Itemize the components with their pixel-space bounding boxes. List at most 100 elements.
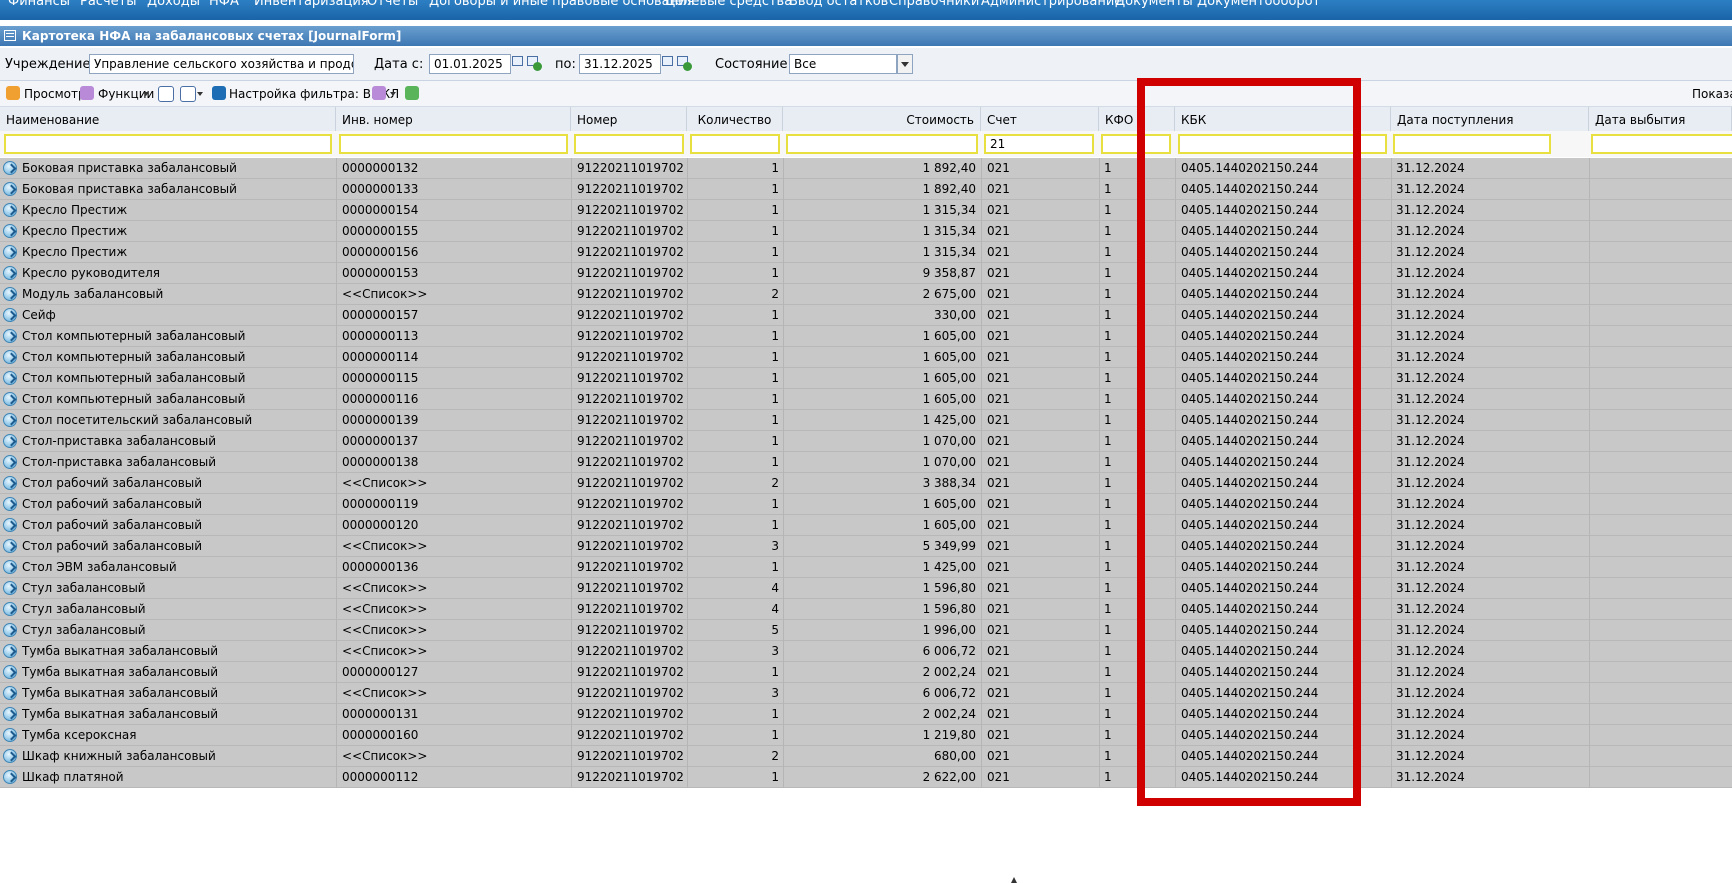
table-row[interactable]: Кресло Престиж 0000000155 912202110197021 1… <box>0 221 1732 242</box>
date-from-field[interactable]: 01.01.2025 <box>429 54 511 74</box>
row-open-icon[interactable] <box>3 497 17 511</box>
menu-item-target-funds[interactable]: Целевые средства <box>665 0 792 9</box>
row-open-icon[interactable] <box>3 707 17 721</box>
row-open-icon[interactable] <box>3 350 17 364</box>
table-row[interactable]: Тумба выкатная забалансовый 0000000127 912… <box>0 662 1732 683</box>
date-to-calendar-icon[interactable] <box>662 55 678 73</box>
menu-item-admin[interactable]: Администрирование <box>981 0 1122 9</box>
table-row[interactable]: Стол компьютерный забалансовый 0000000116… <box>0 389 1732 410</box>
menu-item-documents[interactable]: Документы <box>1115 0 1193 9</box>
table-row[interactable]: Стол посетительский забалансовый 00000001… <box>0 410 1732 431</box>
row-open-icon[interactable] <box>3 434 17 448</box>
refresh-icon[interactable] <box>405 86 419 100</box>
table-row[interactable]: Стол-приставка забалансовый 0000000137 912… <box>0 431 1732 452</box>
filter-quantity-input[interactable] <box>690 134 780 154</box>
row-open-icon[interactable] <box>3 182 17 196</box>
state-select[interactable]: Все <box>789 54 897 74</box>
table-row[interactable]: Стул забалансовый <<Список>> 9122021101970… <box>0 599 1732 620</box>
menu-item-finance[interactable]: Финансы <box>8 0 70 9</box>
table-row[interactable]: Кресло руководителя 0000000153 91220211019… <box>0 263 1732 284</box>
table-row[interactable]: Тумба выкатная забалансовый 0000000131 912… <box>0 704 1732 725</box>
menu-item-docflow[interactable]: Документооборот <box>1197 0 1320 9</box>
table-row[interactable]: Шкаф книжный забалансовый <<Список>> 91220… <box>0 746 1732 767</box>
table-row[interactable]: Стул забалансовый <<Список>> 9122021101970… <box>0 578 1732 599</box>
table-row[interactable]: Боковая приставка забалансовый 0000000133… <box>0 179 1732 200</box>
filter-name-input[interactable] <box>4 134 332 154</box>
table-row[interactable]: Стол компьютерный забалансовый 0000000113… <box>0 326 1732 347</box>
row-open-icon[interactable] <box>3 581 17 595</box>
row-open-icon[interactable] <box>3 308 17 322</box>
table-row[interactable]: Стол ЭВМ забалансовый 0000000136 912202110… <box>0 557 1732 578</box>
row-open-icon[interactable] <box>3 161 17 175</box>
date-from-clear-icon[interactable] <box>527 55 543 73</box>
row-open-icon[interactable] <box>3 245 17 259</box>
row-open-icon[interactable] <box>3 686 17 700</box>
table-row[interactable]: Боковая приставка забалансовый 0000000132… <box>0 158 1732 179</box>
row-open-icon[interactable] <box>3 665 17 679</box>
table-row[interactable]: Кресло Престиж 0000000156 912202110197021 1… <box>0 242 1732 263</box>
filter-receipt-date-input[interactable] <box>1393 134 1551 154</box>
filter-cost-input[interactable] <box>786 134 978 154</box>
row-open-icon[interactable] <box>3 455 17 469</box>
table-row[interactable]: Шкаф платяной 0000000112 912202110197021 1 2… <box>0 767 1732 788</box>
col-header-cost[interactable]: Стоимость <box>783 107 981 131</box>
institution-field[interactable]: Управление сельского хозяйства и продово… <box>89 54 354 74</box>
menu-item-reports[interactable]: Отчеты <box>367 0 418 9</box>
menu-item-references[interactable]: Справочники <box>889 0 979 9</box>
menu-item-balances[interactable]: Ввод остатков <box>789 0 888 9</box>
row-open-icon[interactable] <box>3 392 17 406</box>
menu-item-income[interactable]: Доходы <box>147 0 200 9</box>
table-row[interactable]: Тумба выкатная забалансовый <<Список>> 912… <box>0 683 1732 704</box>
row-open-icon[interactable] <box>3 287 17 301</box>
row-open-icon[interactable] <box>3 266 17 280</box>
row-open-icon[interactable] <box>3 518 17 532</box>
table-row[interactable]: Модуль забалансовый <<Список>> 91220211019… <box>0 284 1732 305</box>
col-header-receipt-date[interactable]: Дата поступления <box>1391 107 1589 131</box>
list-icon[interactable] <box>158 86 174 102</box>
filter-account-input[interactable]: 21 <box>984 134 1094 154</box>
col-header-number[interactable]: Номер <box>571 107 687 131</box>
row-open-icon[interactable] <box>3 770 17 784</box>
table-row[interactable]: Стол-приставка забалансовый 0000000138 912… <box>0 452 1732 473</box>
col-header-disposal-date[interactable]: Дата выбытия <box>1589 107 1732 131</box>
print-icon[interactable] <box>180 86 196 102</box>
date-to-field[interactable]: 31.12.2025 <box>579 54 661 74</box>
table-row[interactable]: Кресло Престиж 0000000154 912202110197021 1… <box>0 200 1732 221</box>
col-header-account[interactable]: Счет <box>981 107 1099 131</box>
table-row[interactable]: Стол рабочий забалансовый 0000000120 91220… <box>0 515 1732 536</box>
date-to-clear-icon[interactable] <box>677 55 693 73</box>
col-header-quantity[interactable]: Количество <box>687 107 783 131</box>
row-open-icon[interactable] <box>3 560 17 574</box>
table-row[interactable]: Стул забалансовый <<Список>> 9122021101970… <box>0 620 1732 641</box>
menu-item-nfa[interactable]: НФА <box>209 0 239 9</box>
row-open-icon[interactable] <box>3 602 17 616</box>
row-open-icon[interactable] <box>3 728 17 742</box>
view-button[interactable]: Просмотр <box>24 87 86 101</box>
menu-item-inventory[interactable]: Инвентаризация <box>254 0 369 9</box>
row-open-icon[interactable] <box>3 371 17 385</box>
table-row[interactable]: Стол рабочий забалансовый 0000000119 91220… <box>0 494 1732 515</box>
row-open-icon[interactable] <box>3 749 17 763</box>
table-row[interactable]: Стол компьютерный забалансовый 0000000115… <box>0 368 1732 389</box>
menu-item-calculations[interactable]: Расчеты <box>80 0 136 9</box>
row-open-icon[interactable] <box>3 476 17 490</box>
col-header-inv-number[interactable]: Инв. номер <box>336 107 571 131</box>
table-row[interactable]: Стол рабочий забалансовый <<Список>> 91220… <box>0 473 1732 494</box>
date-from-calendar-icon[interactable] <box>512 55 528 73</box>
col-header-name[interactable]: Наименование <box>0 107 336 131</box>
table-row[interactable]: Стол компьютерный забалансовый 0000000114… <box>0 347 1732 368</box>
row-open-icon[interactable] <box>3 224 17 238</box>
functions-chevron-down-icon[interactable] <box>143 92 149 96</box>
table-row[interactable]: Тумба ксероксная 0000000160 91220211019702… <box>0 725 1732 746</box>
table-row[interactable]: Стол рабочий забалансовый <<Список>> 91220… <box>0 536 1732 557</box>
table-row[interactable]: Тумба выкатная забалансовый <<Список>> 912… <box>0 641 1732 662</box>
extra-functions-icon[interactable] <box>372 86 386 100</box>
table-row[interactable]: Сейф 0000000157 912202110197021 1 330,00 021 1… <box>0 305 1732 326</box>
print-chevron-down-icon[interactable] <box>197 92 203 96</box>
filter-number-input[interactable] <box>574 134 684 154</box>
filter-disposal-date-input[interactable] <box>1591 134 1732 154</box>
row-open-icon[interactable] <box>3 413 17 427</box>
row-open-icon[interactable] <box>3 623 17 637</box>
menu-item-contracts[interactable]: Договоры и иные правовые основания <box>429 0 694 9</box>
row-open-icon[interactable] <box>3 644 17 658</box>
